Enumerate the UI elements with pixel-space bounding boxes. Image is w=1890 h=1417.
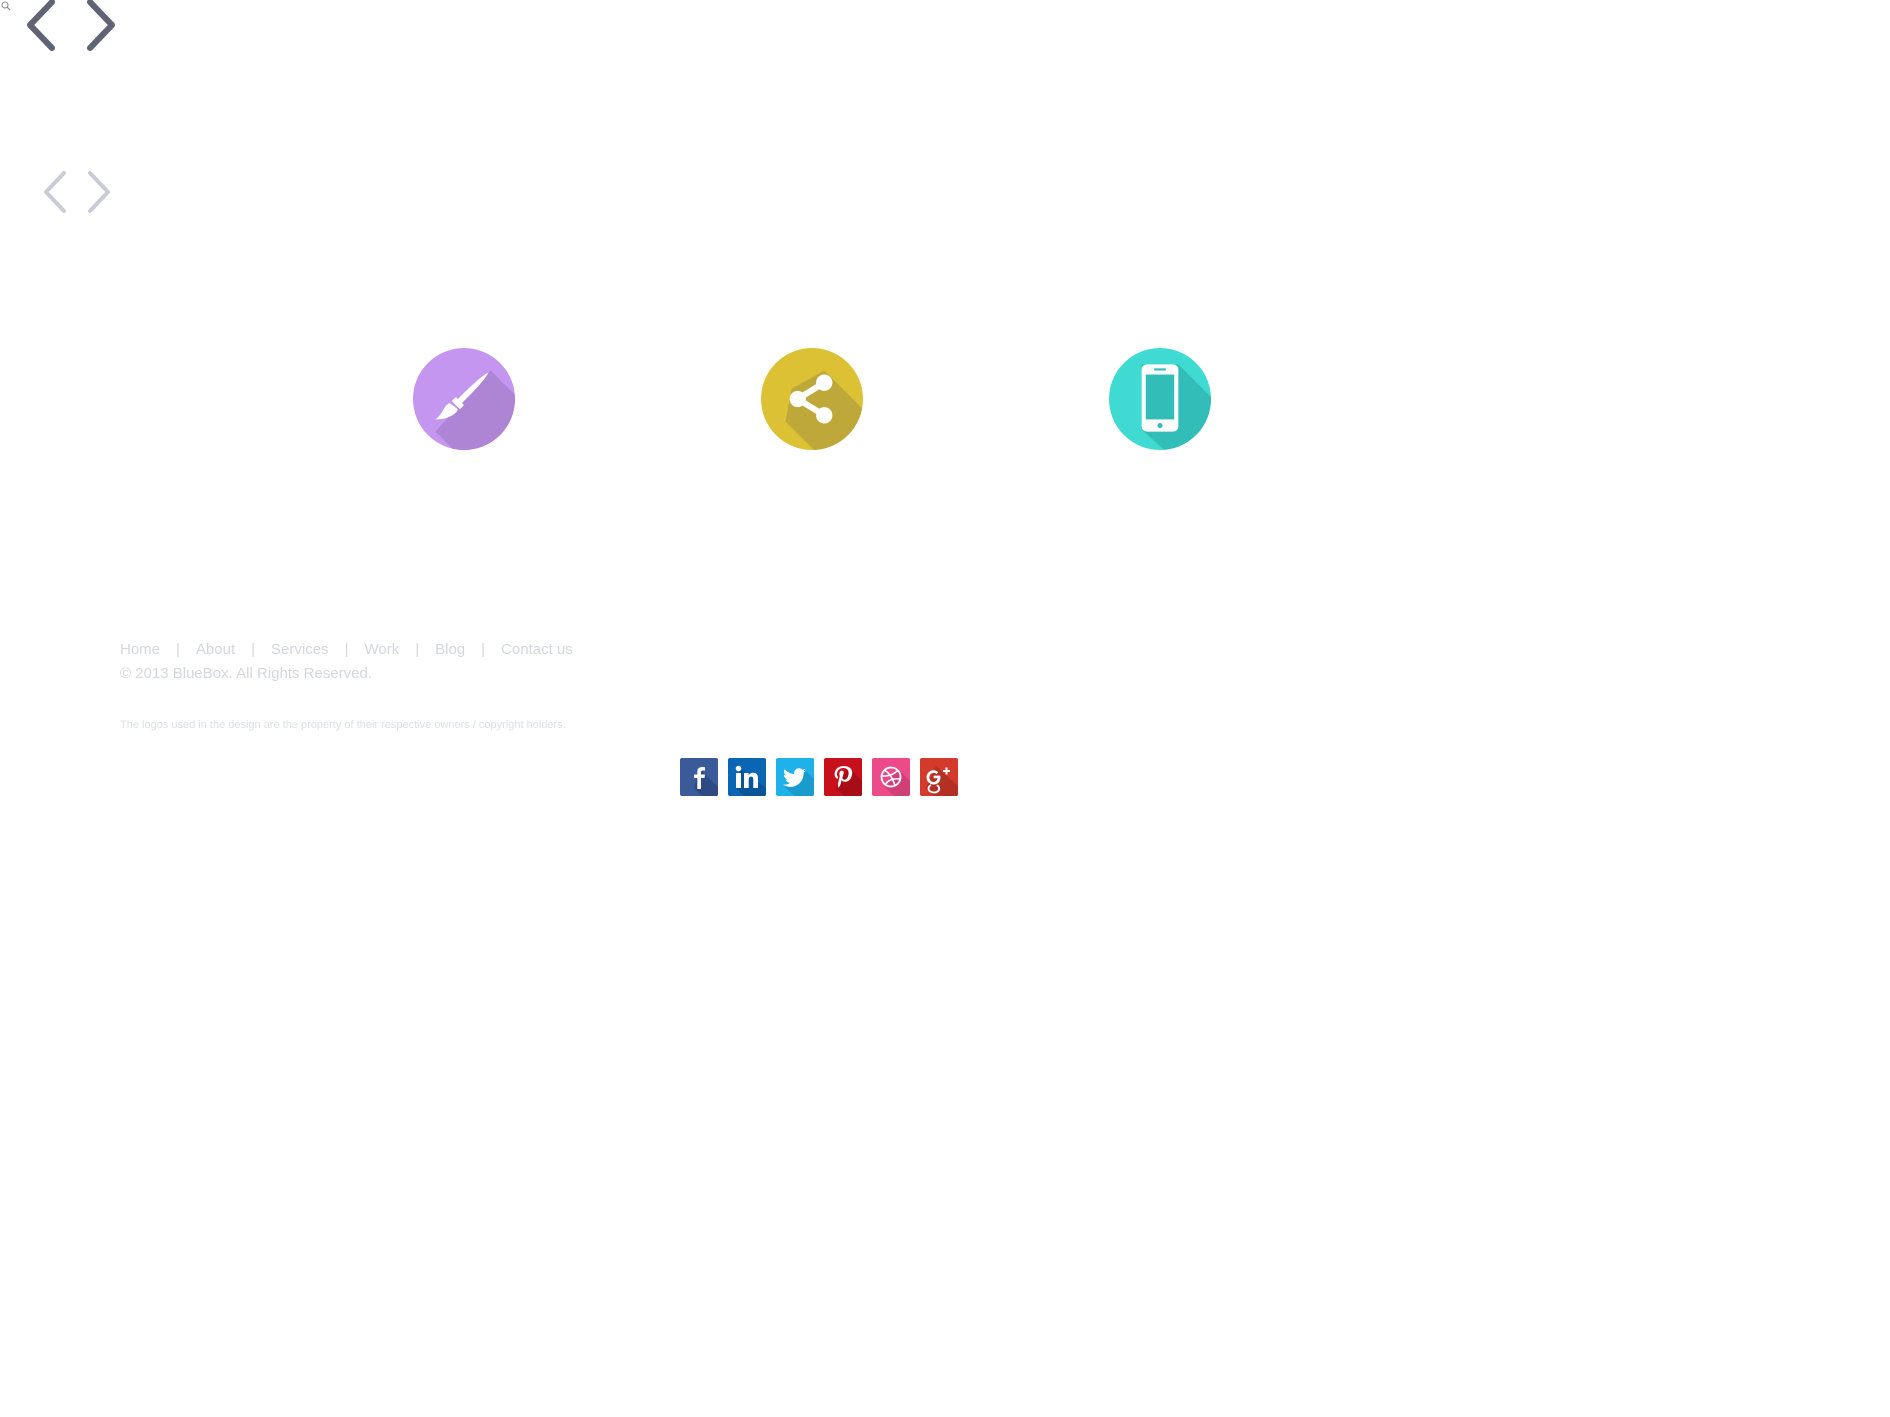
chevron-left-icon[interactable] (24, 0, 58, 52)
footer-link-home[interactable]: Home (120, 641, 160, 658)
disclaimer-text: The logos used in the design are the pro… (120, 719, 566, 731)
pinterest-icon[interactable] (824, 758, 862, 796)
footer-link-services[interactable]: Services (271, 641, 329, 658)
footer-nav: Home | About | Services | Work | Blog | … (120, 641, 573, 658)
smartphone-icon (1109, 348, 1211, 450)
search-icon[interactable] (0, 0, 12, 12)
paintbrush-icon (413, 348, 515, 450)
separator: | (251, 641, 256, 658)
footer-link-work[interactable]: Work (364, 641, 399, 658)
linkedin-icon[interactable] (728, 758, 766, 796)
chevron-right-icon[interactable] (84, 0, 118, 52)
separator: | (481, 641, 486, 658)
chevron-right-icon[interactable] (86, 170, 112, 214)
social-links (680, 758, 958, 796)
separator: | (415, 641, 420, 658)
chevron-left-icon[interactable] (42, 170, 68, 214)
separator: | (344, 641, 349, 658)
footer-link-contact[interactable]: Contact us (501, 641, 573, 658)
separator: | (176, 641, 180, 658)
share-icon (761, 348, 863, 450)
dribbble-icon[interactable] (872, 758, 910, 796)
twitter-icon[interactable] (776, 758, 814, 796)
google-plus-icon[interactable] (920, 758, 958, 796)
footer-link-about[interactable]: About (196, 641, 235, 658)
copyright-text: © 2013 BlueBox. All Rights Reserved. (120, 665, 373, 682)
facebook-icon[interactable] (680, 758, 718, 796)
footer-link-blog[interactable]: Blog (435, 641, 465, 658)
